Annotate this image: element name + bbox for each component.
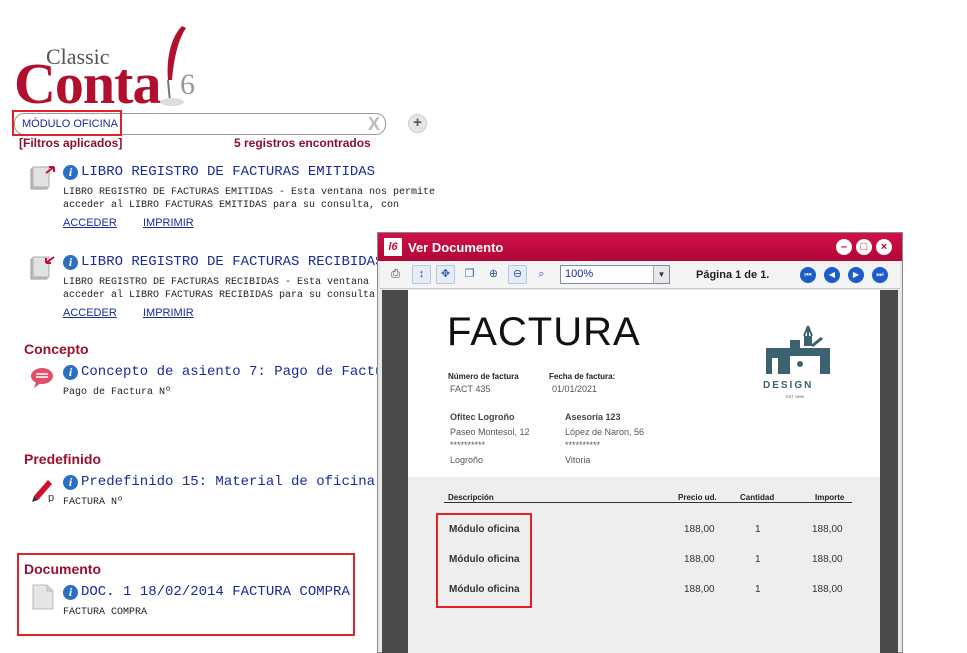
printer-icon[interactable]: ⎙ xyxy=(386,265,405,284)
close-button[interactable]: × xyxy=(876,239,892,255)
result-title-link[interactable]: LIBRO REGISTRO DE FACTURAS RECIBIDAS xyxy=(81,254,383,270)
filters-applied-link[interactable]: [Filtros aplicados] xyxy=(19,136,122,150)
document-canvas[interactable]: FACTURA DESIGN EST 1998 Número de factur… xyxy=(382,290,898,653)
section-concepto-heading: Concepto xyxy=(24,341,89,357)
table-header-divider xyxy=(444,502,852,503)
find-icon[interactable]: ⌕ xyxy=(532,265,551,284)
result-title-link[interactable]: LIBRO REGISTRO DE FACTURAS EMITIDAS xyxy=(81,164,375,180)
row-quantity: 1 xyxy=(755,524,761,535)
row-amount: 188,00 xyxy=(812,524,843,535)
recipient-masked: ********** xyxy=(565,440,601,450)
section-documento-heading: Documento xyxy=(24,561,101,577)
first-page-icon[interactable]: ⏮ xyxy=(800,267,816,283)
result-description: FACTURA Nº xyxy=(63,497,124,508)
zoom-in-icon[interactable]: ⊕ xyxy=(484,265,503,284)
minimize-button[interactable]: – xyxy=(836,239,852,255)
book-import-icon xyxy=(30,256,55,280)
invoice-date: 01/01/2021 xyxy=(552,384,598,394)
fit-height-icon[interactable]: ↕ xyxy=(412,265,431,284)
recipient-city: Vitoria xyxy=(565,455,591,465)
window-title: Ver Documento xyxy=(408,240,504,255)
invoice-number: FACT 435 xyxy=(450,384,491,394)
pencil-icon: p xyxy=(32,480,54,502)
logo-conta-text: Conta xyxy=(14,51,161,116)
acceder-link[interactable]: ACCEDER xyxy=(63,307,117,319)
chat-icon xyxy=(31,368,53,388)
result-description: acceder al LIBRO FACTURAS EMITIDAS para … xyxy=(63,200,400,211)
app-icon: l6 xyxy=(384,238,402,256)
svg-text:p: p xyxy=(48,492,54,502)
invoice-number-label: Número de factura xyxy=(448,372,519,381)
result-description: Pago de Factura Nº xyxy=(63,387,172,398)
sender-masked: ********** xyxy=(450,440,486,450)
row-amount: 188,00 xyxy=(812,554,843,565)
window-title-bar[interactable]: l6 Ver Documento – □ × xyxy=(378,233,902,261)
page-indicator: Página 1 de 1. xyxy=(696,269,770,281)
clear-search-icon[interactable]: X xyxy=(368,114,380,135)
section-predefinido-heading: Predefinido xyxy=(24,451,102,467)
next-page-icon[interactable]: ▶ xyxy=(848,267,864,283)
quill-icon: 6 xyxy=(160,26,195,106)
recipient-address: López de Naron, 56 xyxy=(565,427,645,437)
column-header-amount: Importe xyxy=(815,493,845,502)
prev-page-icon[interactable]: ◀ xyxy=(824,267,840,283)
zoom-out-icon[interactable]: ⊖ xyxy=(508,265,527,284)
copy-icon[interactable]: ❐ xyxy=(460,265,479,284)
column-header-quantity: Cantidad xyxy=(740,493,775,502)
search-annotation-box xyxy=(12,110,122,136)
info-icon[interactable]: i xyxy=(63,585,78,600)
zoom-select[interactable]: 100% ▼ xyxy=(560,265,670,284)
row-quantity: 1 xyxy=(755,554,761,565)
row-amount: 188,00 xyxy=(812,584,843,595)
zoom-value: 100% xyxy=(565,268,594,280)
document-icon xyxy=(32,584,54,610)
column-header-description: Descripción xyxy=(448,493,494,502)
result-description: acceder al LIBRO FACTURAS RECIBIDAS para… xyxy=(63,290,376,301)
book-export-icon xyxy=(30,166,55,190)
result-description: FACTURA COMPRA xyxy=(63,607,148,618)
maximize-button[interactable]: □ xyxy=(856,239,872,255)
imprimir-link[interactable]: IMPRIMIR xyxy=(143,217,194,229)
acceder-link[interactable]: ACCEDER xyxy=(63,217,117,229)
rows-annotation-box xyxy=(436,513,532,608)
row-price: 188,00 xyxy=(684,524,715,535)
sender-city: Logroño xyxy=(450,455,484,465)
sender-name: Ofitec Logroño xyxy=(450,412,515,422)
add-filter-button[interactable]: + xyxy=(408,114,427,133)
row-price: 188,00 xyxy=(684,584,715,595)
info-icon[interactable]: i xyxy=(63,255,78,270)
recipient-name: Asesoría 123 xyxy=(565,412,621,422)
design-logo-subtext: EST 1998 xyxy=(786,394,804,399)
result-title-link[interactable]: Concepto de asiento 7: Pago de Factur xyxy=(81,364,392,380)
invoice-title: FACTURA xyxy=(447,310,641,354)
document-viewer-window: l6 Ver Documento – □ × ⎙ ↕ ✥ ❐ ⊕ ⊖ ⌕ 100… xyxy=(377,232,903,653)
last-page-icon[interactable]: ⏭ xyxy=(872,267,888,283)
info-icon[interactable]: i xyxy=(63,365,78,380)
chevron-down-icon[interactable]: ▼ xyxy=(653,266,669,283)
sender-address: Paseo Montesol, 12 xyxy=(450,427,530,437)
info-icon[interactable]: i xyxy=(63,475,78,490)
row-price: 188,00 xyxy=(684,554,715,565)
result-title-link[interactable]: DOC. 1 18/02/2014 FACTURA COMPRA xyxy=(81,584,350,600)
invoice-page: FACTURA DESIGN EST 1998 Número de factur… xyxy=(408,290,880,653)
fit-page-icon[interactable]: ✥ xyxy=(436,265,455,284)
result-title-link[interactable]: Predefinido 15: Material de oficina xyxy=(81,474,375,490)
svg-text:6: 6 xyxy=(180,68,195,101)
imprimir-link[interactable]: IMPRIMIR xyxy=(143,307,194,319)
row-quantity: 1 xyxy=(755,584,761,595)
design-logo-icon xyxy=(766,325,830,374)
invoice-date-label: Fecha de factura: xyxy=(549,372,616,381)
viewer-toolbar: ⎙ ↕ ✥ ❐ ⊕ ⊖ ⌕ 100% ▼ Página 1 de 1. ⏮ ◀ … xyxy=(380,261,900,289)
results-count: 5 registros encontrados xyxy=(234,136,371,150)
design-logo-text: DESIGN xyxy=(763,380,814,391)
column-header-price: Precio ud. xyxy=(678,493,717,502)
info-icon[interactable]: i xyxy=(63,165,78,180)
